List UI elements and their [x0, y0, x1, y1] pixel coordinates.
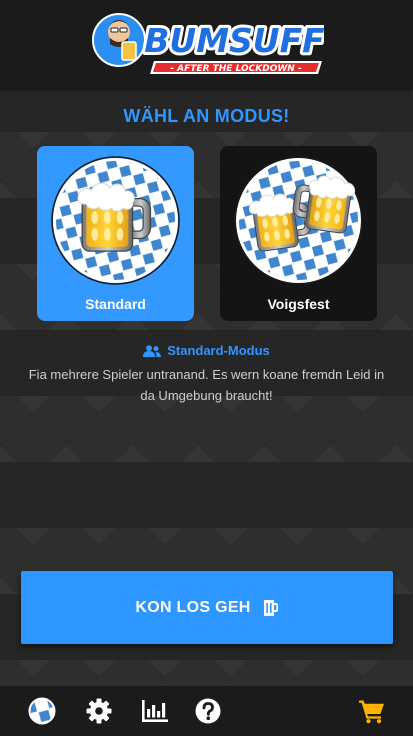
app-header: BUMSUFF! - AFTER THE LOCKDOWN - [0, 0, 413, 88]
mode-info-heading: Standard-Modus [0, 343, 413, 358]
bumsuff-logo: BUMSUFF! - AFTER THE LOCKDOWN - [92, 6, 324, 84]
mode-select-title: WÄHL AN MODUS! [123, 106, 290, 126]
mode-info-description: Fia mehrere Spieler untranand. Es wern k… [28, 367, 385, 403]
bavaria-flag-icon[interactable] [27, 696, 57, 726]
mode-info-heading-text: Standard-Modus [167, 343, 270, 358]
beer-mug-icon [263, 599, 278, 616]
start-game-button[interactable]: KON LOS GEH [21, 571, 393, 644]
mode-card-label: Standard [85, 296, 146, 312]
beer-mug-icon [51, 156, 180, 285]
mode-card-standard[interactable]: Standard [37, 146, 194, 321]
logo-title: BUMSUFF! [144, 21, 324, 60]
mode-card-voigsfest[interactable]: Voigsfest [220, 146, 377, 321]
mode-card-label: Voigsfest [267, 296, 330, 312]
logo-subtitle: - AFTER THE LOCKDOWN - [170, 64, 302, 74]
start-button-label: KON LOS GEH [135, 598, 251, 616]
cart-icon[interactable] [357, 696, 387, 726]
gear-icon[interactable] [84, 696, 114, 726]
bottom-navigation [0, 686, 413, 736]
two-beer-mugs-icon [234, 156, 363, 285]
users-icon [143, 345, 162, 357]
stats-icon[interactable] [140, 696, 170, 726]
help-icon[interactable] [193, 696, 223, 726]
